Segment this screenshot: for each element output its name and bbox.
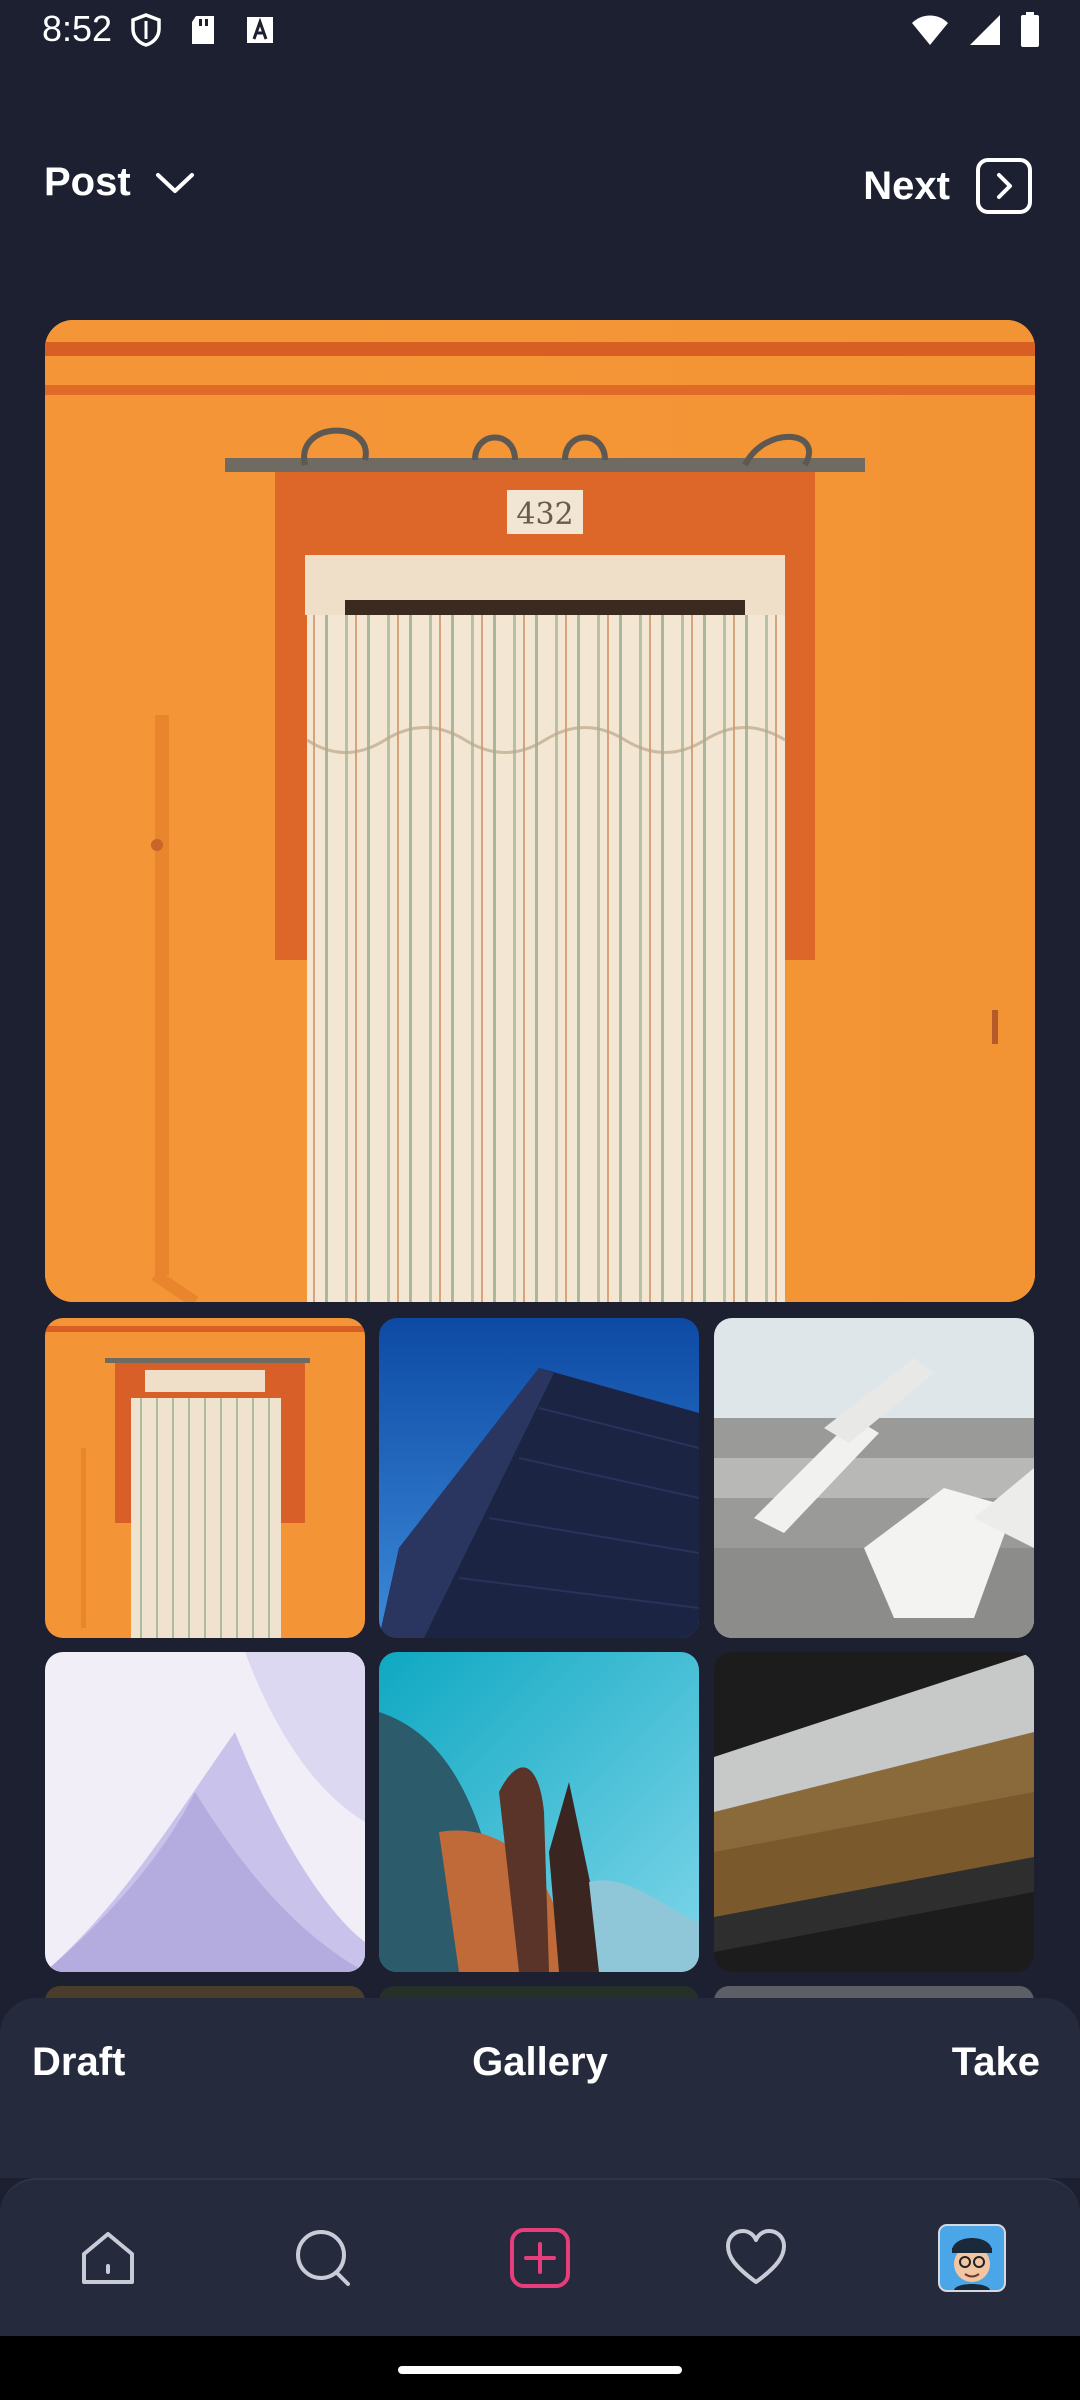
status-bar: 8:52 — [0, 0, 1080, 64]
blue-building-photo — [379, 1318, 699, 1638]
next-button[interactable]: Next — [863, 158, 1032, 214]
mode-gallery[interactable]: Gallery — [0, 2040, 1080, 2085]
mode-selector-sheet — [0, 1998, 1080, 2178]
home-gesture-handle[interactable] — [398, 2366, 682, 2374]
gallery-thumbnail[interactable] — [45, 1318, 365, 1638]
gallery-thumbnail[interactable] — [45, 1652, 365, 1972]
home-icon — [82, 2232, 134, 2284]
white-concrete-photo — [714, 1318, 1034, 1638]
nav-create[interactable] — [490, 2208, 590, 2308]
mode-take[interactable]: Take — [952, 2040, 1040, 2085]
search-icon — [296, 2230, 350, 2286]
status-right-icons — [910, 12, 1040, 48]
teal-sky-architecture-photo — [379, 1652, 699, 1972]
gallery-thumbnail[interactable] — [714, 1652, 1034, 1972]
font-icon — [247, 17, 273, 43]
status-time: 8:52 — [42, 8, 113, 49]
post-type-dropdown[interactable]: Post — [44, 160, 195, 205]
shield-icon — [131, 13, 161, 47]
mode-draft[interactable]: Draft — [32, 2040, 125, 2085]
nav-home[interactable] — [58, 2208, 158, 2308]
heart-icon — [726, 2229, 786, 2284]
gallery-thumbnail[interactable] — [379, 1318, 699, 1638]
profile-avatar — [938, 2224, 1006, 2292]
orange-door-photo — [45, 1318, 365, 1638]
lavender-curves-photo — [45, 1652, 365, 1972]
nav-search[interactable] — [274, 2208, 374, 2308]
signal-icon — [970, 15, 1000, 45]
next-label: Next — [863, 163, 950, 208]
chevron-right-icon — [976, 158, 1032, 214]
autumn-forest-photo — [714, 1652, 1034, 1972]
nav-profile[interactable] — [922, 2208, 1022, 2308]
house-number: 432 — [516, 497, 573, 532]
nav-activity[interactable] — [706, 2208, 806, 2308]
gallery-thumbnail[interactable] — [379, 1652, 699, 1972]
chevron-down-icon — [155, 172, 194, 193]
gallery-thumbnail[interactable] — [714, 1318, 1034, 1638]
create-icon — [510, 2228, 570, 2288]
sd-card-icon — [192, 16, 214, 44]
orange-door-image: 432 — [45, 320, 1035, 1302]
wifi-icon — [912, 15, 948, 45]
selected-photo-preview[interactable]: 432 — [45, 320, 1035, 1302]
post-type-label: Post — [44, 160, 131, 204]
battery-icon — [1021, 12, 1039, 47]
